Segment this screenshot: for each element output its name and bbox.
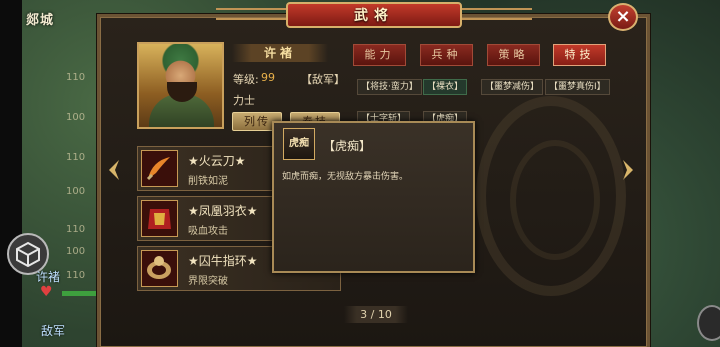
level-label: 等级: xyxy=(233,73,259,86)
title-ornament-left xyxy=(216,8,286,20)
player-unit-name: 许褚 xyxy=(36,270,61,284)
side-menu-button[interactable] xyxy=(697,305,720,341)
tab-strategy[interactable]: 策略 xyxy=(487,44,540,66)
page-indicator: 3 / 10 xyxy=(344,306,408,323)
equipment-desc: 界限突破 xyxy=(188,276,228,287)
map-grid-label: 110 xyxy=(66,152,86,163)
map-city-label: 郯城 xyxy=(26,13,55,28)
skill-tag[interactable]: 【噩梦减伤】 xyxy=(481,79,544,95)
general-name: 许褚 xyxy=(232,44,328,62)
level-value: 99 xyxy=(261,71,275,84)
equipment-desc: 削铁如泥 xyxy=(188,176,228,187)
map-grid-label: 100 xyxy=(66,112,86,123)
title-ornament-right xyxy=(462,8,532,20)
skill-tag[interactable]: 【噩梦真伤Ⅰ】 xyxy=(545,79,610,95)
health-bar xyxy=(62,291,96,296)
heart-icon: ♥ xyxy=(40,284,53,300)
general-portrait xyxy=(137,42,224,129)
prev-arrow-icon[interactable] xyxy=(107,158,121,182)
map-grid-label: 110 xyxy=(66,270,86,281)
map-grid-label: 110 xyxy=(66,224,86,235)
map-grid-label: 110 xyxy=(66,72,86,83)
enemy-label: 敌军 xyxy=(41,324,66,338)
equipment-name: ★囚牛指环★ xyxy=(188,254,258,268)
blade-icon xyxy=(141,150,178,187)
skill-tooltip-description: 如虎而痴，无视敌方暴击伤害。 xyxy=(282,172,409,182)
equipment-desc: 吸血攻击 xyxy=(188,226,228,237)
armor-icon xyxy=(141,200,178,237)
skill-tooltip-icon: 虎痴 xyxy=(283,128,315,160)
faction-label: 【敌军】 xyxy=(301,73,345,86)
skill-tooltip-title: 【虎痴】 xyxy=(323,139,372,153)
skill-tag[interactable]: 【裸衣】 xyxy=(423,79,468,95)
close-button[interactable]: × xyxy=(608,3,638,31)
tab-special-skill[interactable]: 特技 xyxy=(553,44,606,66)
equipment-name: ★火云刀★ xyxy=(188,154,246,168)
map-grid-label: 100 xyxy=(66,246,86,257)
dragon-emblem-inner xyxy=(510,140,600,260)
panel-title: 武将 xyxy=(286,2,462,28)
tab-ability[interactable]: 能力 xyxy=(353,44,406,66)
ring-icon xyxy=(141,250,178,287)
map-grid-label: 100 xyxy=(66,186,86,197)
general-type: 力士 xyxy=(233,94,255,107)
skill-tag[interactable]: 【将技·蛮力】 xyxy=(357,79,422,95)
cube-icon xyxy=(16,241,40,267)
screen-edge xyxy=(0,0,22,347)
equipment-name: ★凤凰羽衣★ xyxy=(188,204,258,218)
tab-troops[interactable]: 兵种 xyxy=(420,44,473,66)
